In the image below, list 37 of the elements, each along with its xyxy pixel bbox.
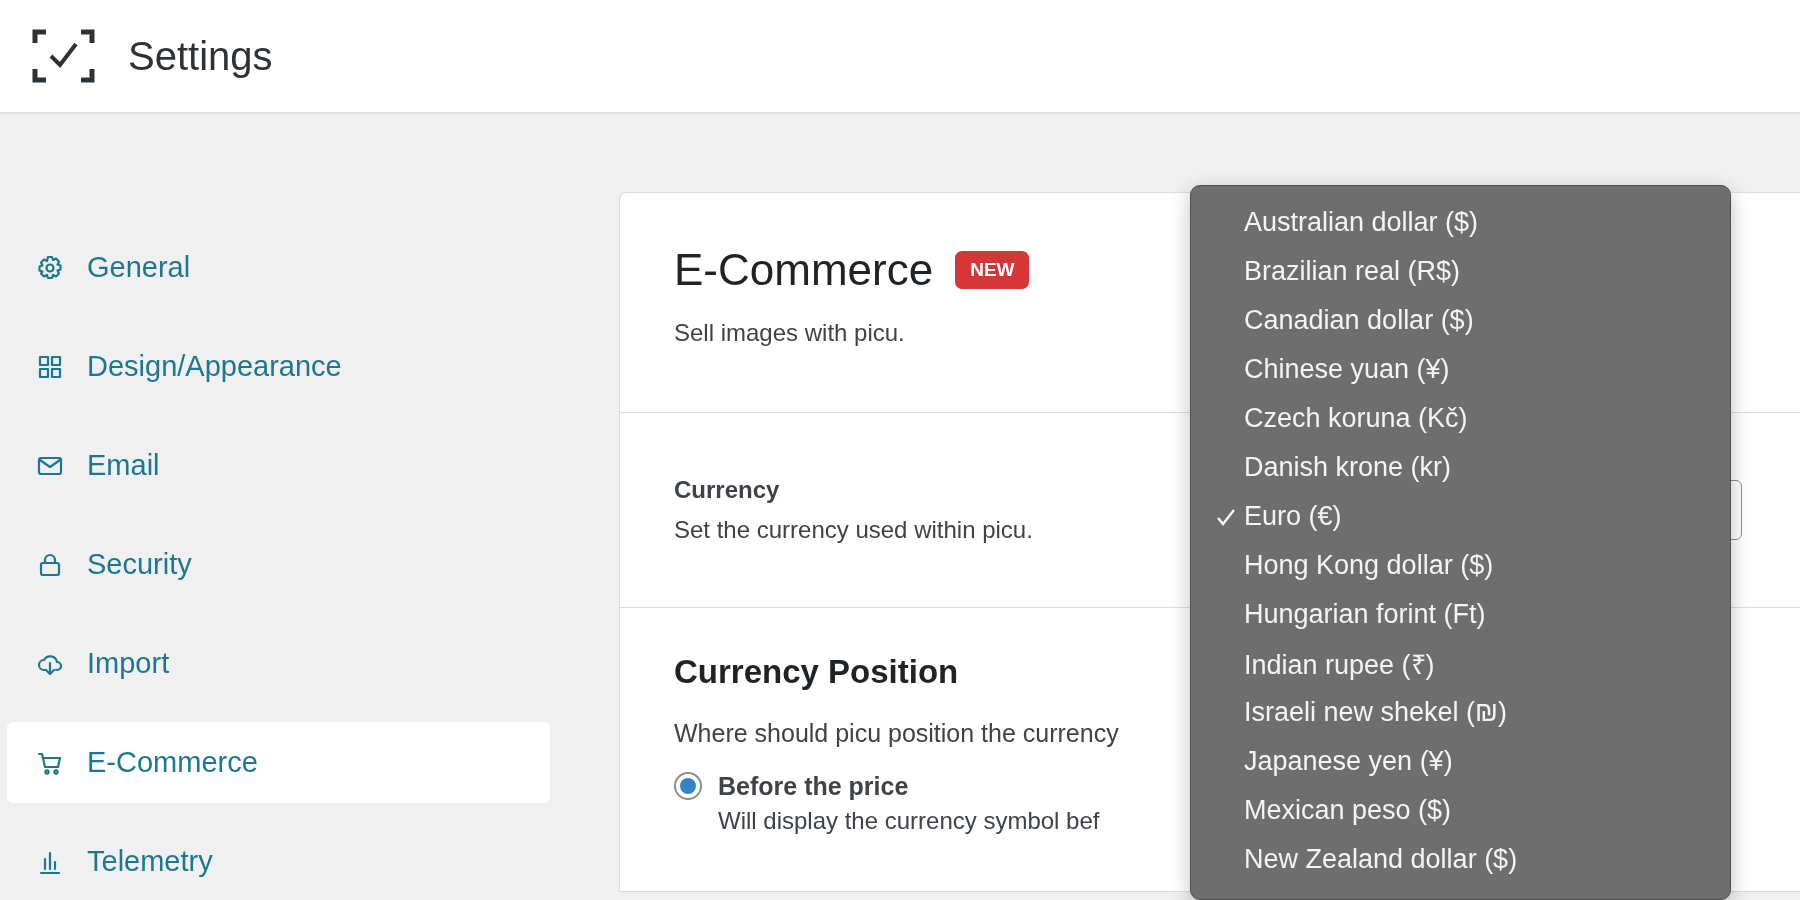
sidebar-item[interactable]: General (7, 227, 550, 308)
setting-heading: Currency Position (674, 653, 959, 691)
option-label: Before the price (718, 772, 910, 801)
sidebar-item[interactable]: Design/Appearance (7, 326, 550, 407)
menu-item[interactable]: Hong Kong dollar ($) (1191, 541, 1502, 590)
menu-item[interactable]: Canadian dollar ($) (1191, 296, 1482, 345)
menu-item[interactable]: Indian rupee (₹) (1191, 639, 1443, 688)
sidebar-item[interactable]: Import (7, 623, 550, 704)
menu-item[interactable]: Australian dollar ($) (1191, 198, 1487, 247)
sidebar-item[interactable]: Security (7, 524, 550, 605)
new-badge: NEW (955, 251, 1030, 289)
menu-item[interactable]: Brazilian real (R$) (1191, 247, 1469, 296)
setting-label: Currency (674, 476, 781, 504)
menu-item[interactable]: Danish krone (kr) (1191, 443, 1460, 492)
option-description: Will display the currency symbol bef (718, 807, 1100, 835)
grid-icon (37, 353, 63, 380)
menu-item[interactable]: Mexican peso ($) (1191, 786, 1460, 835)
menu-item[interactable]: Czech koruna (Kč) (1191, 394, 1476, 443)
menu-item[interactable]: New Zealand dollar ($) (1191, 835, 1526, 884)
section-subtitle: Sell images with picu. (674, 319, 905, 347)
menu-item[interactable]: Israeli new shekel (₪) (1191, 688, 1515, 737)
logo-icon (32, 29, 95, 83)
menu-item[interactable]: Chinese yuan (¥) (1191, 345, 1458, 394)
setting-prompt: Where should picu position the currency (674, 719, 1119, 748)
setting-description: Set the currency used within picu. (674, 516, 1033, 544)
sidebar-item[interactable]: Email (7, 425, 550, 506)
sidebar-item[interactable]: E-Commerce (7, 722, 550, 803)
section-title: E-Commerce (674, 245, 934, 295)
menu-item[interactable]: Hungarian forint (Ft) (1191, 590, 1494, 639)
currency-dropdown-menu[interactable] (1190, 185, 1731, 900)
page-title: Settings (128, 33, 273, 79)
radio-button[interactable] (674, 772, 702, 800)
sidebar-item[interactable]: Telemetry (7, 821, 550, 900)
gear-icon (37, 254, 63, 281)
menu-item[interactable]: Japanese yen (¥) (1191, 737, 1461, 786)
menu-item[interactable]: Euro (€) (1191, 492, 1350, 541)
lock-icon (37, 551, 63, 578)
